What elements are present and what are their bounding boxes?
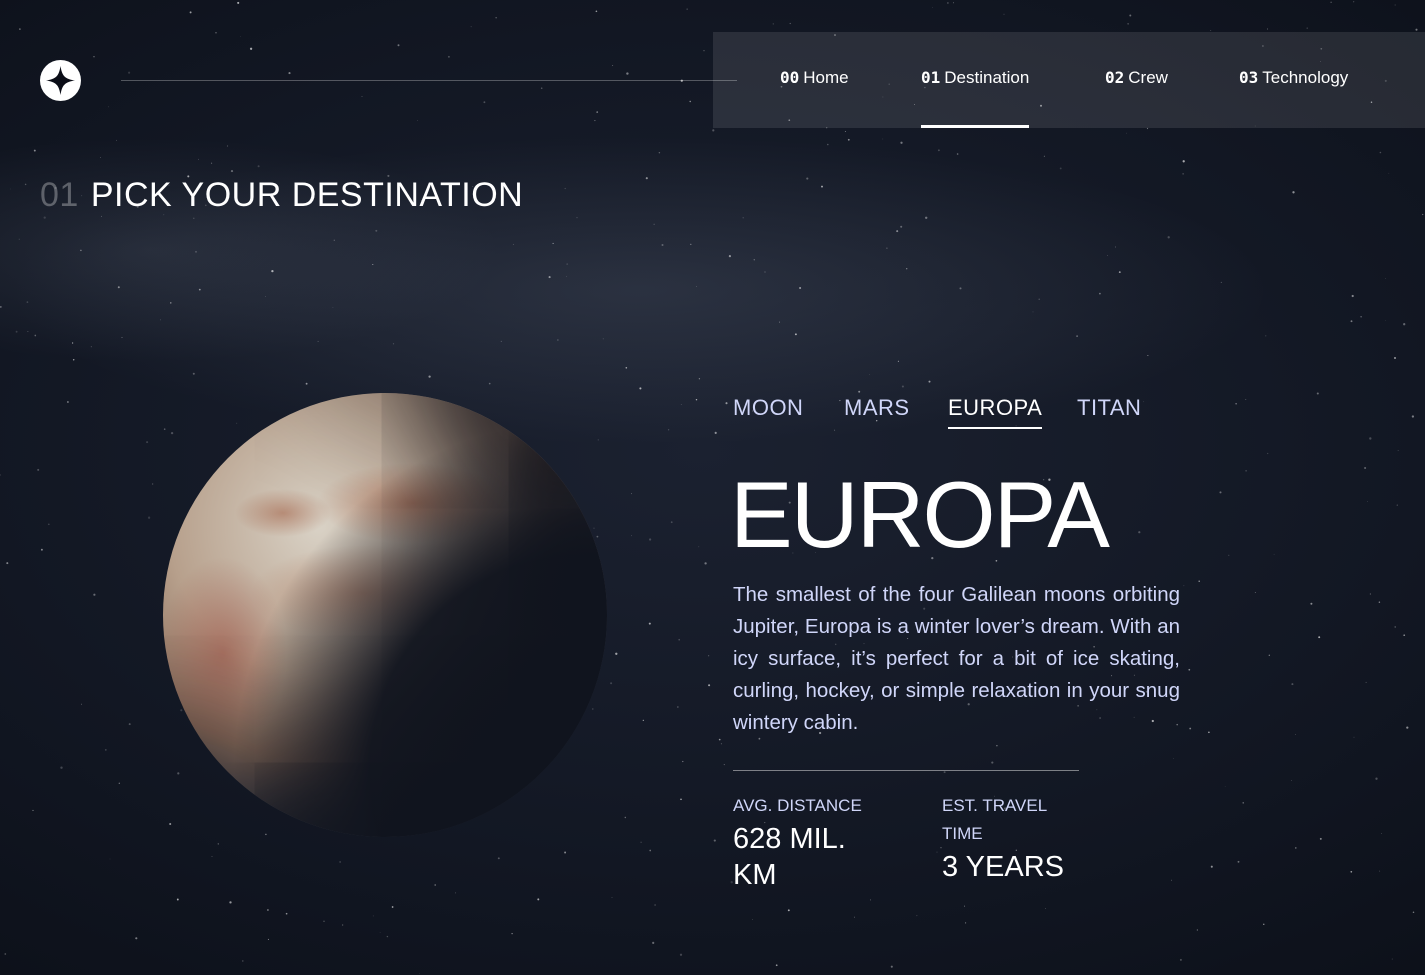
tab-europa[interactable]: EUROPA [948, 395, 1043, 429]
nav-item-home[interactable]: 00 Home [780, 32, 849, 128]
header-divider [121, 80, 737, 81]
nav-item-crew[interactable]: 02 Crew [1105, 32, 1168, 128]
nav-item-label: Crew [1128, 68, 1168, 87]
primary-nav: 00 Home 01 Destination 02 Crew 03 Technology [713, 32, 1425, 128]
avg-distance-value: 628 MIL. KM [733, 823, 846, 891]
nav-item-technology[interactable]: 03 Technology [1239, 32, 1348, 128]
nav-item-number: 01 [921, 68, 941, 87]
avg-distance-label: AVG. DISTANCE [733, 796, 862, 815]
travel-time-value: 3 YEARS [942, 851, 1064, 883]
nav-item-label: Home [803, 68, 849, 87]
tab-titan[interactable]: TITAN [1077, 395, 1141, 427]
nav-item-number: 00 [780, 68, 800, 87]
nav-item-number: 02 [1105, 68, 1125, 87]
nav-item-number: 03 [1239, 68, 1259, 87]
page-title: 01 PICK YOUR DESTINATION [40, 176, 523, 215]
logo-icon[interactable] [40, 60, 81, 101]
tab-moon[interactable]: MOON [733, 395, 803, 427]
stats-divider [733, 770, 1079, 771]
nav-item-label: Destination [944, 68, 1030, 87]
destination-name: EUROPA [730, 462, 1110, 567]
destination-description: The smallest of the four Galilean moons … [733, 583, 1180, 734]
planet-shadow [163, 393, 607, 837]
nav-item-label: Technology [1262, 68, 1349, 87]
page-title-index: 01 [40, 176, 79, 214]
tab-mars[interactable]: MARS [844, 395, 910, 427]
nav-item-destination[interactable]: 01 Destination [921, 32, 1030, 128]
page-title-text: PICK YOUR DESTINATION [90, 176, 524, 214]
travel-time-label: EST. TRAVEL TIME [942, 796, 1047, 843]
